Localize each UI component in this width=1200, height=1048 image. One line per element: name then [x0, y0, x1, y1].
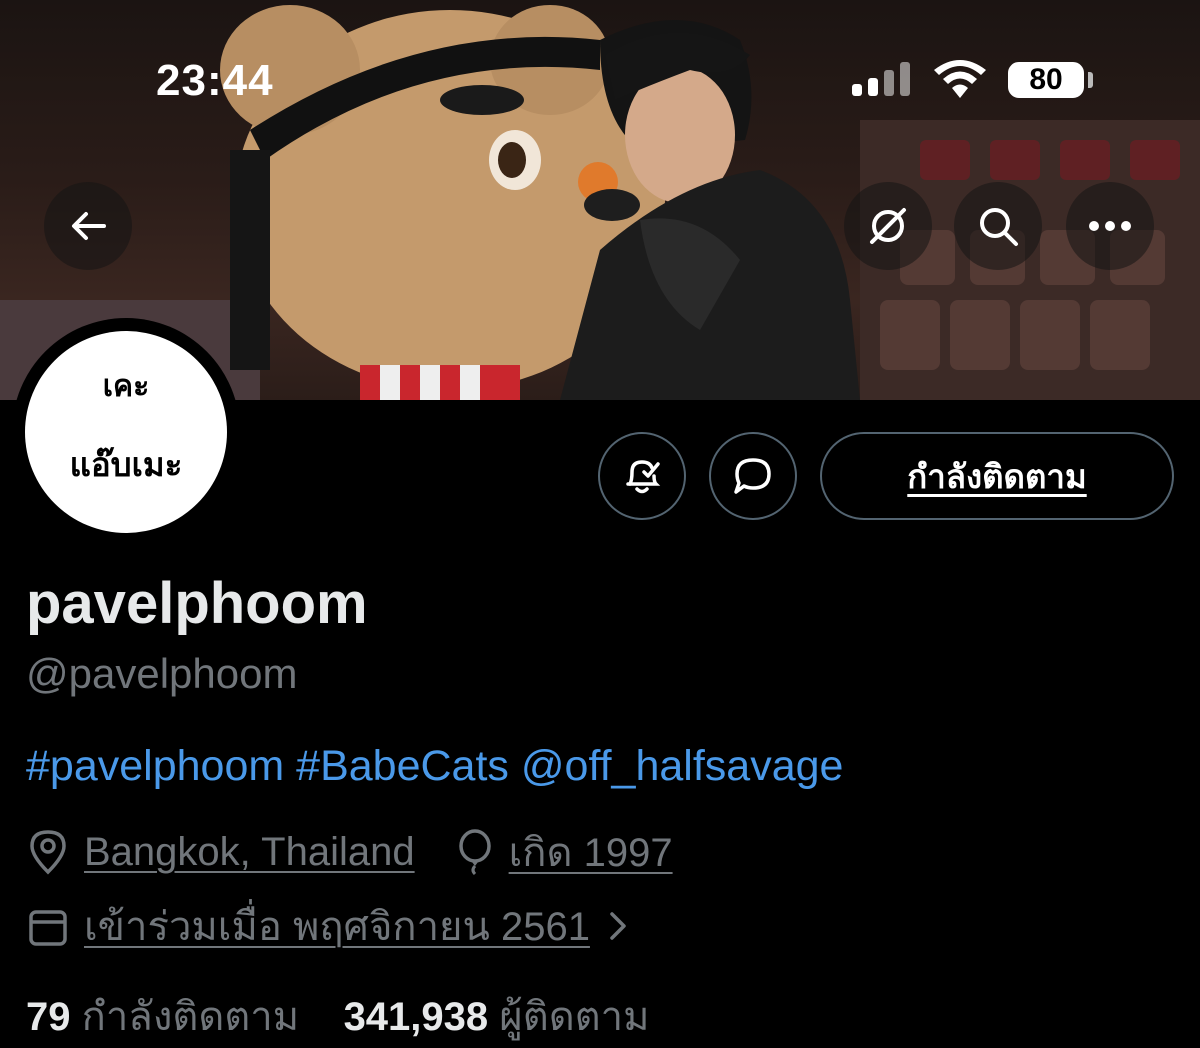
joined-row[interactable]: เข้าร่วมเมื่อ พฤศจิกายน 2561 [26, 894, 630, 958]
following-count: 79 [26, 995, 71, 1039]
message-button[interactable] [709, 432, 797, 520]
joined-date: เข้าร่วมเมื่อ พฤศจิกายน 2561 [84, 905, 590, 949]
search-icon [980, 208, 1018, 246]
balloon-icon [458, 829, 491, 876]
status-time: 23:44 [156, 56, 274, 105]
location-pin-icon [30, 830, 66, 875]
location-link[interactable]: Bangkok, Thailand [84, 830, 415, 875]
more-icon [1089, 221, 1131, 231]
chevron-right-icon [610, 912, 626, 940]
avatar-text-line2: แอ๊บเมะ [69, 446, 183, 483]
followers-stat[interactable]: 341,938 ผู้ติดตาม [344, 995, 650, 1039]
bio: #pavelphoom #BabeCats @off_halfsavage [26, 742, 843, 791]
search-button[interactable] [954, 182, 1042, 270]
signal-icon [852, 62, 910, 96]
back-arrow-icon [72, 212, 106, 240]
wifi-icon [934, 60, 986, 98]
battery-indicator: 80 [1008, 62, 1084, 98]
following-label: กำลังติดตาม [81, 995, 300, 1039]
hide-icon [870, 208, 906, 244]
bio-mention[interactable]: @off_halfsavage [521, 742, 844, 790]
following-button[interactable]: กำลังติดตาม [820, 432, 1174, 520]
message-icon [734, 458, 771, 494]
user-handle: @pavelphoom [26, 650, 298, 697]
hide-button[interactable] [844, 182, 932, 270]
followers-count: 341,938 [343, 995, 489, 1039]
calendar-icon [29, 910, 67, 946]
display-name: pavelphoom [26, 571, 368, 636]
back-button[interactable] [44, 182, 132, 270]
birth-date: เกิด 1997 [508, 831, 673, 875]
bio-hashtag[interactable]: #pavelphoom [26, 742, 284, 790]
notification-bell-icon [626, 460, 661, 494]
battery-nub [1088, 72, 1093, 88]
following-stat[interactable]: 79 กำลังติดตาม [26, 995, 299, 1039]
notification-button[interactable] [598, 432, 686, 520]
followers-label: ผู้ติดตาม [499, 995, 650, 1039]
profile-meta-row: Bangkok, Thailand เกิด 1997 [26, 820, 673, 884]
profile-avatar[interactable]: เคะ แอ๊บเมะ [12, 318, 240, 546]
more-button[interactable] [1066, 182, 1154, 270]
avatar-text-line1: เคะ [102, 370, 150, 403]
bio-hashtag[interactable]: #BabeCats [296, 742, 509, 790]
follow-counts: 79 กำลังติดตาม 341,938 ผู้ติดตาม [26, 984, 649, 1048]
